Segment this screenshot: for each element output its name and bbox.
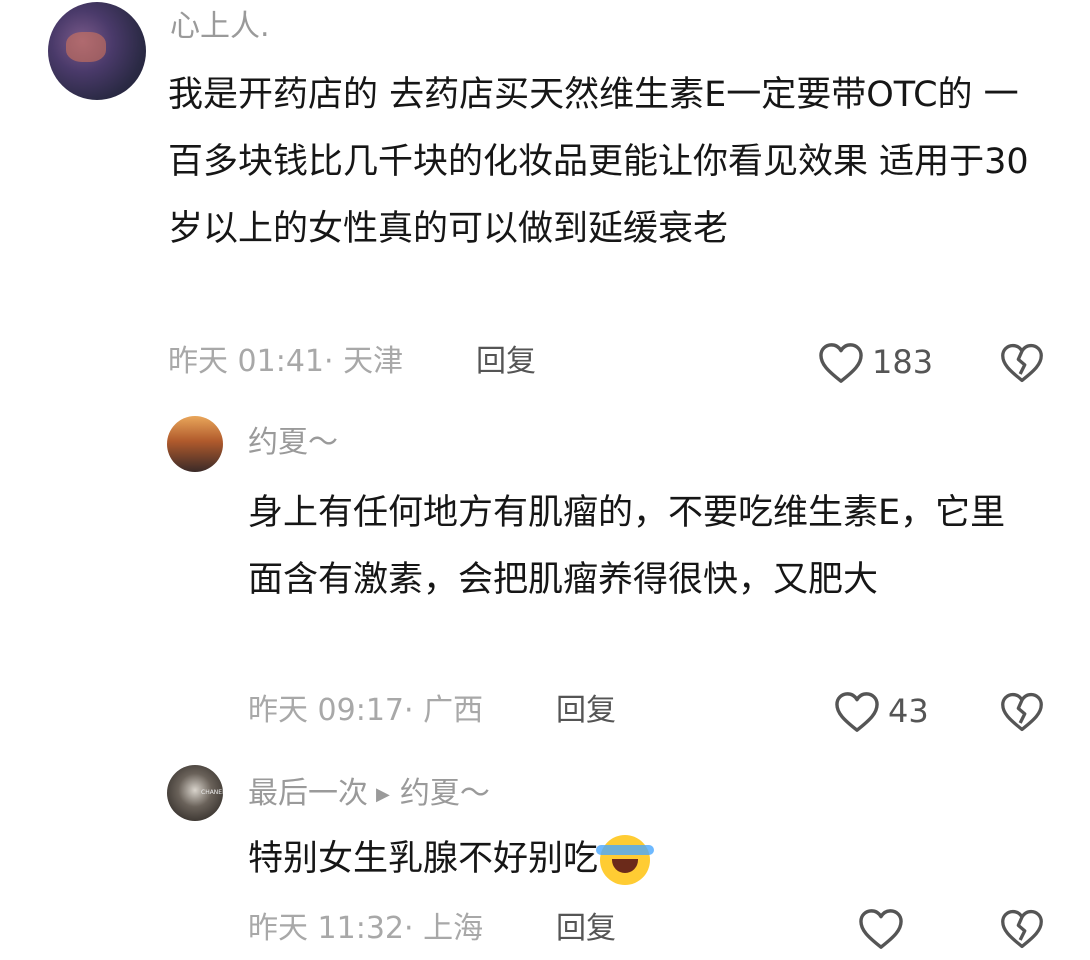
comment-text: 身上有任何地方有肌瘤的，不要吃维生素E，它里面含有激素，会把肌瘤养得很快，又肥大 [248, 493, 1006, 600]
avatar[interactable]: CHANEL [167, 765, 223, 821]
heart-outline-icon[interactable] [818, 342, 864, 384]
avatar[interactable] [167, 416, 223, 472]
avatar[interactable] [48, 2, 146, 100]
reply-button[interactable]: 回复 [476, 347, 536, 377]
comment-meta: 昨天 11:32· 上海 [248, 911, 484, 946]
heart-outline-icon[interactable] [834, 691, 880, 733]
username[interactable]: 约夏～ [248, 428, 338, 458]
reply-button[interactable]: 回复 [556, 914, 616, 944]
reply-button[interactable]: 回复 [556, 696, 616, 726]
comment-meta: 昨天 01:41· 天津 [168, 344, 404, 379]
broken-heart-icon[interactable] [1000, 908, 1044, 950]
comment-text: 特别女生乳腺不好别吃 [248, 826, 1008, 893]
reply-to-username[interactable]: 约夏～ [400, 776, 490, 811]
comment-text: 我是开药店的 去药店买天然维生素E一定要带OTC的 一百多块钱比几千块的化妆品更… [168, 75, 1029, 249]
broken-heart-icon[interactable] [1000, 342, 1044, 384]
username[interactable]: 心上人. [170, 12, 270, 42]
comment-text-body: 特别女生乳腺不好别吃 [248, 839, 599, 879]
username[interactable]: 最后一次 [248, 776, 368, 811]
comment-meta: 昨天 09:17· 广西 [248, 693, 484, 728]
broken-heart-icon[interactable] [1000, 691, 1044, 733]
heart-outline-icon[interactable] [858, 908, 904, 950]
like-count: 183 [872, 343, 934, 381]
laughing-crying-emoji-icon [596, 835, 655, 885]
play-arrow-icon: ▶ [376, 783, 390, 805]
like-count: 43 [888, 692, 929, 730]
reply-header: 最后一次 ▶ 约夏～ [248, 779, 490, 809]
